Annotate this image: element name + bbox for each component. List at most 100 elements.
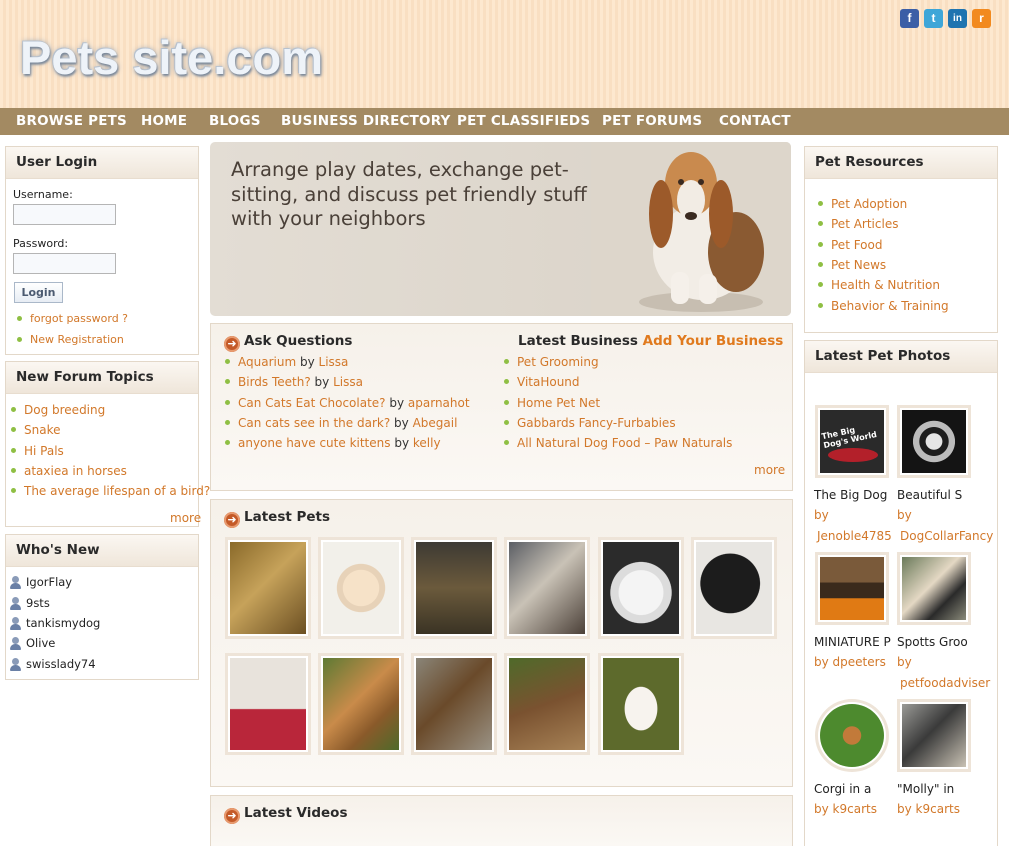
pet-thumbnail[interactable] bbox=[318, 653, 404, 755]
list-item[interactable]: ataxiea in horses bbox=[11, 464, 127, 478]
add-business-link[interactable]: Add Your Business bbox=[643, 333, 784, 349]
forum-topic-link[interactable]: The average lifespan of a bird? bbox=[24, 484, 210, 498]
photo-thumbnail[interactable] bbox=[897, 699, 971, 772]
nav-contact[interactable]: CONTACT bbox=[719, 108, 791, 135]
photo-user-link[interactable]: k9carts bbox=[916, 802, 960, 816]
rss-icon[interactable]: r bbox=[972, 9, 991, 28]
question-user-link[interactable]: Abegail bbox=[413, 416, 458, 430]
list-item[interactable]: VitaHound bbox=[504, 375, 580, 389]
pet-thumbnail[interactable] bbox=[225, 653, 311, 755]
photo-name[interactable]: Beautiful S bbox=[897, 488, 962, 502]
business-link[interactable]: Pet Grooming bbox=[517, 355, 599, 369]
new-registration-link[interactable]: New Registration bbox=[17, 333, 124, 346]
list-item[interactable]: Gabbards Fancy-Furbabies bbox=[504, 416, 676, 430]
username-input[interactable] bbox=[13, 204, 116, 225]
pet-thumbnail[interactable] bbox=[318, 537, 404, 639]
photo-user-link[interactable]: DogCollarFancy bbox=[900, 529, 993, 543]
list-item[interactable]: Behavior & Training bbox=[818, 299, 949, 313]
linkedin-icon[interactable]: in bbox=[948, 9, 967, 28]
nav-pet-forums[interactable]: PET FORUMS bbox=[602, 108, 702, 135]
pet-thumbnail[interactable] bbox=[691, 537, 777, 639]
photo-thumbnail[interactable]: The Big Dog's World bbox=[815, 405, 889, 478]
hero-banner[interactable]: Arrange play dates, exchange pet-sitting… bbox=[210, 142, 791, 316]
pet-thumbnail[interactable] bbox=[598, 653, 684, 755]
business-link[interactable]: All Natural Dog Food – Paw Naturals bbox=[517, 436, 732, 450]
business-link[interactable]: Gabbards Fancy-Furbabies bbox=[517, 416, 676, 430]
site-logo[interactable]: Pets site.com bbox=[20, 30, 323, 85]
username[interactable]: tankismydog bbox=[26, 616, 100, 630]
forum-more-link[interactable]: more bbox=[170, 511, 201, 525]
forum-topic-link[interactable]: ataxiea in horses bbox=[24, 464, 127, 478]
list-item[interactable]: Pet Grooming bbox=[504, 355, 599, 369]
forgot-password-link[interactable]: forgot password ? bbox=[17, 312, 128, 325]
nav-browse-pets[interactable]: BROWSE PETS bbox=[16, 108, 127, 135]
resource-link[interactable]: Pet Adoption bbox=[831, 197, 907, 211]
resource-link[interactable]: Pet Food bbox=[831, 238, 883, 252]
resource-link[interactable]: Behavior & Training bbox=[831, 299, 949, 313]
photo-name[interactable]: The Big Dog bbox=[814, 488, 887, 502]
pet-thumbnail[interactable] bbox=[504, 653, 590, 755]
resource-link[interactable]: Pet Articles bbox=[831, 217, 898, 231]
list-item[interactable]: Pet News bbox=[818, 258, 886, 272]
username[interactable]: 9sts bbox=[26, 596, 50, 610]
photo-user-link[interactable]: Jenoble4785 bbox=[817, 529, 892, 543]
photo-user-link[interactable]: k9carts bbox=[833, 802, 877, 816]
nav-business-directory[interactable]: BUSINESS DIRECTORY bbox=[281, 108, 451, 135]
username[interactable]: IgorFlay bbox=[26, 575, 72, 589]
nav-pet-classifieds[interactable]: PET CLASSIFIEDS bbox=[457, 108, 590, 135]
question-link[interactable]: Birds Teeth? bbox=[238, 375, 311, 389]
list-item[interactable]: Health & Nutrition bbox=[818, 278, 940, 292]
password-input[interactable] bbox=[13, 253, 116, 274]
forgot-password-label[interactable]: forgot password ? bbox=[30, 312, 128, 325]
login-button[interactable]: Login bbox=[14, 282, 63, 303]
list-item[interactable]: Hi Pals bbox=[11, 444, 64, 458]
question-link[interactable]: Aquarium bbox=[238, 355, 296, 369]
nav-blogs[interactable]: BLOGS bbox=[209, 108, 261, 135]
business-link[interactable]: Home Pet Net bbox=[517, 396, 600, 410]
username[interactable]: Olive bbox=[26, 636, 55, 650]
forum-topic-link[interactable]: Dog breeding bbox=[24, 403, 105, 417]
question-user-link[interactable]: Lissa bbox=[333, 375, 363, 389]
list-item[interactable]: The average lifespan of a bird? bbox=[11, 484, 210, 498]
twitter-icon[interactable]: t bbox=[924, 9, 943, 28]
list-item[interactable]: Pet Food bbox=[818, 238, 883, 252]
pet-thumbnail[interactable] bbox=[598, 537, 684, 639]
user-row[interactable]: tankismydog bbox=[9, 616, 100, 630]
list-item[interactable]: Pet Adoption bbox=[818, 197, 907, 211]
photo-user-link[interactable]: petfoodadviser bbox=[900, 676, 990, 690]
user-row[interactable]: swisslady74 bbox=[9, 657, 96, 671]
pet-thumbnail[interactable] bbox=[411, 537, 497, 639]
photo-thumbnail[interactable] bbox=[897, 405, 971, 478]
question-link[interactable]: Can Cats Eat Chocolate? bbox=[238, 396, 386, 410]
question-link[interactable]: anyone have cute kittens bbox=[238, 436, 391, 450]
facebook-icon[interactable]: f bbox=[900, 9, 919, 28]
photo-thumbnail[interactable] bbox=[897, 552, 971, 625]
forum-topic-link[interactable]: Snake bbox=[24, 423, 60, 437]
user-row[interactable]: Olive bbox=[9, 636, 55, 650]
business-more-link[interactable]: more bbox=[754, 463, 785, 477]
forum-topic-link[interactable]: Hi Pals bbox=[24, 444, 64, 458]
question-user-link[interactable]: Lissa bbox=[319, 355, 349, 369]
photo-thumbnail[interactable] bbox=[815, 699, 889, 772]
list-item[interactable]: All Natural Dog Food – Paw Naturals bbox=[504, 436, 732, 450]
business-link[interactable]: VitaHound bbox=[517, 375, 580, 389]
pet-thumbnail[interactable] bbox=[225, 537, 311, 639]
resource-link[interactable]: Health & Nutrition bbox=[831, 278, 940, 292]
photo-user-link[interactable]: dpeeters bbox=[833, 655, 886, 669]
photo-name[interactable]: "Molly" in bbox=[897, 782, 954, 796]
question-user-link[interactable]: aparnahot bbox=[408, 396, 470, 410]
photo-thumbnail[interactable] bbox=[815, 552, 889, 625]
pet-thumbnail[interactable] bbox=[411, 653, 497, 755]
nav-home[interactable]: HOME bbox=[141, 108, 187, 135]
photo-name[interactable]: MINIATURE P bbox=[814, 635, 891, 649]
username[interactable]: swisslady74 bbox=[26, 657, 96, 671]
list-item[interactable]: Dog breeding bbox=[11, 403, 105, 417]
question-user-link[interactable]: kelly bbox=[413, 436, 441, 450]
question-link[interactable]: Can cats see in the dark? bbox=[238, 416, 390, 430]
resource-link[interactable]: Pet News bbox=[831, 258, 886, 272]
user-row[interactable]: 9sts bbox=[9, 596, 50, 610]
user-row[interactable]: IgorFlay bbox=[9, 575, 72, 589]
pet-thumbnail[interactable] bbox=[504, 537, 590, 639]
new-registration-label[interactable]: New Registration bbox=[30, 333, 124, 346]
photo-name[interactable]: Spotts Groo bbox=[897, 635, 968, 649]
